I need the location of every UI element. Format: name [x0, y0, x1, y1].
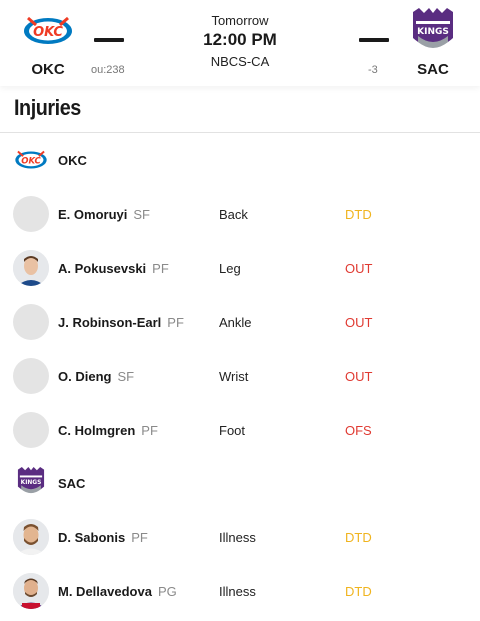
- player-position: PF: [131, 530, 148, 545]
- svg-text:OKC: OKC: [21, 156, 41, 166]
- home-score-dash: [359, 38, 389, 42]
- player-avatar: [13, 573, 49, 609]
- injury-status: OUT: [345, 315, 373, 330]
- spread: -3: [368, 64, 378, 76]
- player-position: PF: [141, 423, 158, 438]
- injury-body-part: Back: [219, 207, 248, 222]
- injury-status: DTD: [345, 530, 372, 545]
- injury-body-part: Ankle: [219, 315, 252, 330]
- svg-text:KINGS: KINGS: [21, 480, 42, 486]
- injury-body-part: Foot: [219, 423, 246, 438]
- player-avatar-placeholder: [13, 412, 49, 448]
- away-score-dash: [94, 38, 124, 42]
- player-row[interactable]: O. Dieng SF Wrist OUT: [0, 349, 480, 403]
- player-name: J. Robinson-Earl: [58, 315, 162, 330]
- injury-body-part: Illness: [219, 584, 256, 599]
- player-row[interactable]: J. Robinson-Earl PF Ankle OUT: [0, 295, 480, 349]
- player-avatar: [13, 250, 49, 286]
- injury-status: DTD: [345, 584, 372, 599]
- injury-status: OUT: [345, 369, 373, 384]
- team-name: OKC: [58, 153, 87, 168]
- player-avatar-placeholder: [13, 304, 49, 340]
- game-time: 12:00 PM: [203, 30, 277, 49]
- injury-body-part: Leg: [219, 261, 241, 276]
- player-position: SF: [117, 369, 135, 384]
- player-avatar: [13, 519, 49, 555]
- team-header-sac: KINGS SAC: [0, 465, 480, 505]
- player-name: D. Sabonis: [58, 530, 126, 545]
- player-name: E. Omoruyi: [58, 207, 128, 222]
- player-position: PF: [152, 261, 169, 276]
- player-avatar-placeholder: [13, 196, 49, 232]
- okc-small-logo: OKC: [14, 143, 48, 177]
- okc-logo[interactable]: OKC: [22, 10, 74, 52]
- injuries-title: Injuries: [14, 95, 81, 120]
- player-row[interactable]: M. Dellavedova PG Illness DTD: [0, 564, 480, 618]
- team-name: SAC: [58, 476, 86, 491]
- tv-network: NBCS-CA: [210, 54, 270, 69]
- injury-body-part: Illness: [219, 530, 256, 545]
- injury-body-part: Wrist: [219, 369, 249, 384]
- home-team-abbr: SAC: [417, 61, 449, 78]
- player-row[interactable]: E. Omoruyi SF Back DTD: [0, 187, 480, 241]
- player-position: PG: [157, 584, 177, 599]
- player-name: A. Pokusevski: [58, 261, 147, 276]
- player-position: SF: [133, 207, 150, 222]
- game-header: OKC OKC ou:238 Tomorrow 12:00 PM NBCS-CA…: [0, 0, 480, 86]
- section-divider: [0, 132, 480, 133]
- injury-status: OFS: [345, 423, 372, 438]
- team-header-okc: OKC OKC: [0, 141, 480, 181]
- player-name: C. Holmgren: [58, 423, 136, 438]
- player-row[interactable]: D. Sabonis PF Illness DTD: [0, 510, 480, 564]
- player-row[interactable]: A. Pokusevski PF Leg OUT: [0, 241, 480, 295]
- game-day: Tomorrow: [211, 13, 269, 28]
- injury-status: DTD: [345, 207, 372, 222]
- player-name: M. Dellavedova: [58, 584, 152, 599]
- svg-text:OKC: OKC: [33, 25, 63, 40]
- player-position: PF: [167, 315, 184, 330]
- sac-small-logo: KINGS: [14, 465, 48, 499]
- sac-logo[interactable]: KINGS: [407, 8, 459, 54]
- player-avatar-placeholder: [13, 358, 49, 394]
- player-name: O. Dieng: [58, 369, 112, 384]
- svg-text:KINGS: KINGS: [417, 27, 449, 37]
- over-under: ou:238: [91, 64, 125, 76]
- away-team-abbr: OKC: [31, 61, 65, 78]
- player-row[interactable]: C. Holmgren PF Foot OFS: [0, 403, 480, 457]
- injury-status: OUT: [345, 261, 373, 276]
